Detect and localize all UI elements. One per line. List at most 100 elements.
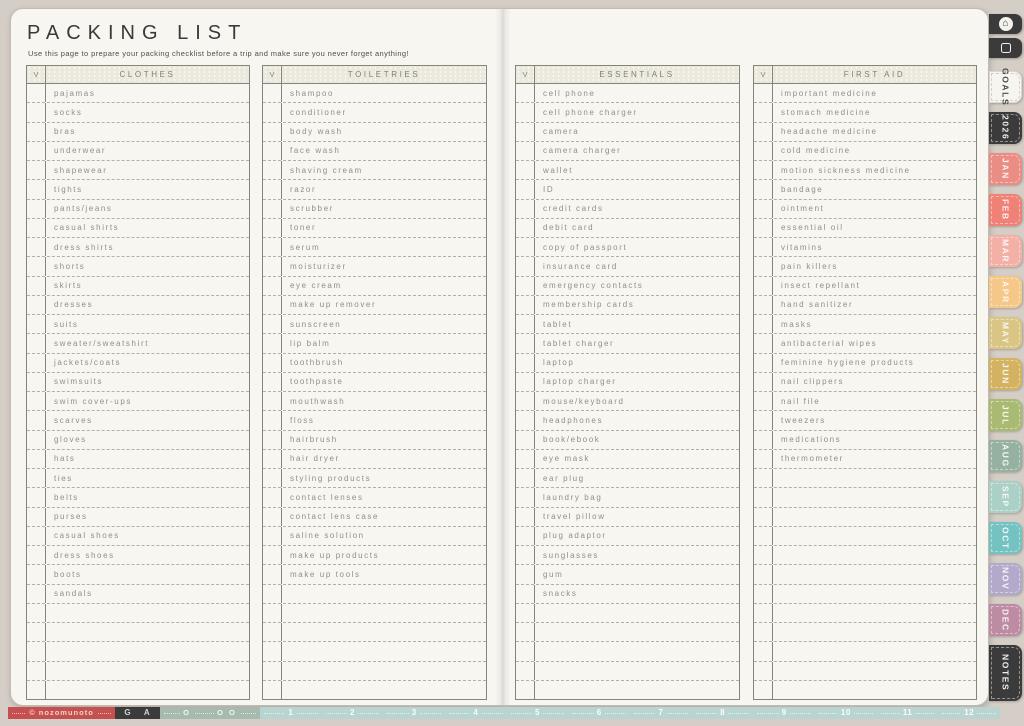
checkbox-cell[interactable] — [516, 526, 535, 545]
checkbox-cell[interactable] — [27, 603, 46, 622]
tab-may[interactable]: MAY — [989, 317, 1022, 349]
checkbox-cell[interactable] — [27, 103, 46, 122]
checkbox-cell[interactable] — [263, 526, 282, 545]
checkbox-cell[interactable] — [516, 315, 535, 334]
checkbox-cell[interactable] — [754, 141, 773, 160]
checkbox-cell[interactable] — [516, 469, 535, 488]
checkbox-cell[interactable] — [27, 372, 46, 391]
checkbox-cell[interactable] — [263, 392, 282, 411]
checkbox-cell[interactable] — [27, 315, 46, 334]
checkbox-cell[interactable] — [263, 603, 282, 622]
checkbox-cell[interactable] — [754, 469, 773, 488]
checkbox-cell[interactable] — [516, 392, 535, 411]
checkbox-cell[interactable] — [27, 469, 46, 488]
checkbox-cell[interactable] — [754, 449, 773, 468]
checkbox-cell[interactable] — [263, 141, 282, 160]
checkbox-cell[interactable] — [263, 353, 282, 372]
tab-mar[interactable]: MAR — [989, 235, 1022, 267]
tab-2026[interactable]: 2026 — [989, 112, 1022, 144]
checkbox-cell[interactable] — [263, 411, 282, 430]
checkbox-cell[interactable] — [754, 623, 773, 642]
tab-goals[interactable]: GOALS — [989, 68, 1022, 106]
checkbox-cell[interactable] — [754, 430, 773, 449]
checkbox-cell[interactable] — [27, 161, 46, 180]
checkbox-cell[interactable] — [27, 565, 46, 584]
tab-notes[interactable]: NOTES — [989, 645, 1022, 701]
checkbox-cell[interactable] — [754, 392, 773, 411]
checkbox-cell[interactable] — [263, 584, 282, 603]
home-button[interactable]: ⌂ — [989, 14, 1022, 34]
checkbox-cell[interactable] — [27, 199, 46, 218]
checkbox-cell[interactable] — [27, 257, 46, 276]
checkbox-cell[interactable] — [754, 546, 773, 565]
checkbox-cell[interactable] — [754, 353, 773, 372]
checkbox-cell[interactable] — [263, 680, 282, 699]
checkbox-cell[interactable] — [27, 238, 46, 257]
checkbox-cell[interactable] — [754, 122, 773, 141]
checkbox-cell[interactable] — [263, 565, 282, 584]
checkbox-cell[interactable] — [754, 218, 773, 237]
checkbox-cell[interactable] — [263, 199, 282, 218]
checkbox-cell[interactable] — [754, 103, 773, 122]
checkbox-cell[interactable] — [263, 642, 282, 661]
checkbox-cell[interactable] — [516, 161, 535, 180]
checkbox-cell[interactable] — [516, 430, 535, 449]
checkbox-cell[interactable] — [754, 199, 773, 218]
checkbox-cell[interactable] — [516, 623, 535, 642]
checkbox-cell[interactable] — [754, 161, 773, 180]
checkbox-cell[interactable] — [754, 680, 773, 699]
checkbox-cell[interactable] — [27, 218, 46, 237]
checkbox-cell[interactable] — [516, 546, 535, 565]
tab-jan[interactable]: JAN — [989, 153, 1022, 185]
checkbox-cell[interactable] — [516, 180, 535, 199]
checkbox-cell[interactable] — [27, 430, 46, 449]
checkbox-cell[interactable] — [263, 161, 282, 180]
checkbox-cell[interactable] — [516, 199, 535, 218]
checkbox-cell[interactable] — [516, 449, 535, 468]
checkbox-cell[interactable] — [516, 257, 535, 276]
checkbox-cell[interactable] — [516, 507, 535, 526]
checkbox-cell[interactable] — [754, 488, 773, 507]
checkbox-cell[interactable] — [27, 353, 46, 372]
checkbox-cell[interactable] — [263, 661, 282, 680]
checkbox-cell[interactable] — [754, 276, 773, 295]
tab-feb[interactable]: FEB — [989, 194, 1022, 226]
checkbox-cell[interactable] — [754, 334, 773, 353]
checkbox-cell[interactable] — [516, 603, 535, 622]
checkbox-cell[interactable] — [754, 180, 773, 199]
tab-sep[interactable]: SEP — [989, 481, 1022, 513]
checkbox-cell[interactable] — [754, 603, 773, 622]
checkbox-cell[interactable] — [516, 334, 535, 353]
checkbox-cell[interactable] — [27, 180, 46, 199]
checkbox-cell[interactable] — [754, 526, 773, 545]
checkbox-cell[interactable] — [516, 642, 535, 661]
checkbox-cell[interactable] — [27, 84, 46, 103]
checkbox-cell[interactable] — [27, 411, 46, 430]
footer-button-g[interactable]: G — [121, 707, 134, 719]
checkbox-cell[interactable] — [754, 84, 773, 103]
checkbox-cell[interactable] — [27, 661, 46, 680]
tab-nov[interactable]: NOV — [989, 563, 1022, 595]
checkbox-cell[interactable] — [516, 295, 535, 314]
checkbox-cell[interactable] — [27, 334, 46, 353]
checkbox-cell[interactable] — [27, 392, 46, 411]
checkbox-cell[interactable] — [516, 584, 535, 603]
checkbox-cell[interactable] — [516, 141, 535, 160]
checkbox-cell[interactable] — [27, 526, 46, 545]
checkbox-cell[interactable] — [263, 276, 282, 295]
checkbox-cell[interactable] — [263, 449, 282, 468]
checkbox-cell[interactable] — [263, 315, 282, 334]
checkbox-cell[interactable] — [754, 315, 773, 334]
tab-jul[interactable]: JUL — [989, 399, 1022, 431]
checkbox-cell[interactable] — [263, 430, 282, 449]
checkbox-cell[interactable] — [754, 642, 773, 661]
checkbox-cell[interactable] — [516, 84, 535, 103]
checkbox-cell[interactable] — [263, 507, 282, 526]
checkbox-cell[interactable] — [27, 141, 46, 160]
checkbox-cell[interactable] — [516, 353, 535, 372]
checkbox-cell[interactable] — [263, 218, 282, 237]
tab-jun[interactable]: JUN — [989, 358, 1022, 390]
checkbox-cell[interactable] — [27, 546, 46, 565]
checkbox-cell[interactable] — [754, 411, 773, 430]
checkbox-cell[interactable] — [27, 276, 46, 295]
